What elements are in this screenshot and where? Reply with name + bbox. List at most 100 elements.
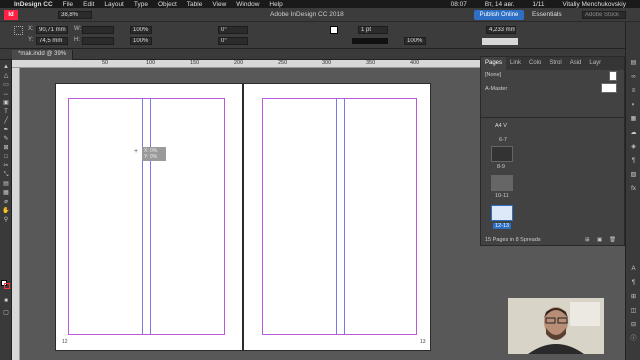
- page-right[interactable]: 13: [243, 83, 431, 351]
- direct-selection-tool-icon[interactable]: △: [2, 73, 10, 79]
- window-title: Adobe InDesign CC 2018: [270, 11, 344, 18]
- apply-color-icon[interactable]: ■: [2, 298, 10, 304]
- rectangle-frame-tool-icon[interactable]: ⊠: [2, 145, 10, 151]
- zoom-tool-icon[interactable]: ⚲: [2, 217, 10, 223]
- height-field[interactable]: [82, 37, 114, 45]
- layers-panel-icon[interactable]: ◈: [630, 144, 637, 151]
- selection-tool-icon[interactable]: ▲: [2, 64, 10, 70]
- y-position-field[interactable]: 74,5 mm: [36, 37, 68, 45]
- page-size-dropdown[interactable]: A4 V: [495, 123, 507, 129]
- user-name[interactable]: Vitaliy Menchukovskiy: [563, 1, 626, 8]
- new-page-icon[interactable]: ⊞: [585, 237, 590, 243]
- gap-tool-icon[interactable]: ↔: [2, 91, 10, 97]
- h-label: H:: [74, 37, 80, 43]
- eyedropper-tool-icon[interactable]: ⌀: [2, 199, 10, 205]
- type-tool-icon[interactable]: T: [2, 109, 10, 115]
- menu-help[interactable]: Help: [269, 1, 282, 8]
- line-tool-icon[interactable]: ╱: [2, 118, 10, 124]
- tab-color[interactable]: Colo: [525, 57, 545, 70]
- swatches-panel-icon[interactable]: ▦: [630, 116, 637, 123]
- menu-object[interactable]: Object: [158, 1, 177, 8]
- menu-edit[interactable]: Edit: [83, 1, 94, 8]
- none-master-thumb[interactable]: [609, 71, 617, 81]
- x-position-field[interactable]: 90,71 mm: [36, 26, 68, 34]
- pages-panel-icon[interactable]: ▤: [630, 60, 637, 67]
- info-panel-icon[interactable]: ⓘ: [630, 336, 637, 343]
- gradient-panel-icon[interactable]: ▧: [630, 172, 637, 179]
- indesign-logo-icon: Id: [4, 10, 18, 20]
- shear-angle-field[interactable]: 0°: [218, 37, 248, 45]
- ruler-tick: 150: [190, 60, 200, 66]
- margin-guide: [68, 98, 69, 334]
- scissors-tool-icon[interactable]: ✂: [2, 163, 10, 169]
- cc-libraries-icon[interactable]: ☁: [630, 130, 637, 137]
- menu-app[interactable]: InDesign CC: [14, 1, 53, 8]
- screen-mode-icon[interactable]: ▢: [2, 310, 10, 316]
- scale-y-field[interactable]: 100%: [130, 37, 152, 45]
- tab-stroke[interactable]: Strol: [545, 57, 565, 70]
- menu-layout[interactable]: Layout: [104, 1, 124, 8]
- note-tool-icon[interactable]: ▦: [2, 190, 10, 196]
- trash-icon[interactable]: 🗑: [609, 237, 616, 243]
- spread-thumb-8-9[interactable]: [491, 146, 513, 162]
- scale-x-field[interactable]: 100%: [130, 26, 152, 34]
- vertical-ruler[interactable]: [12, 68, 20, 360]
- workspace-switcher[interactable]: Essentials: [532, 11, 562, 18]
- page-left[interactable]: 12: [55, 83, 243, 351]
- tools-panel: ▲ △ ▭ ↔ ▣ T ╱ ✒ ✎ ⊠ □ ✂ ⤡ ▤ ▦ ⌀ ✋ ⚲ ■ ▢: [0, 60, 12, 360]
- none-master-label[interactable]: [None]: [485, 72, 501, 78]
- stroke-type-dropdown[interactable]: [352, 38, 388, 44]
- tab-assets[interactable]: Asid: [566, 57, 586, 70]
- webcam-overlay: [508, 298, 604, 354]
- a-master-label[interactable]: A-Master: [485, 86, 507, 92]
- menu-window[interactable]: Window: [236, 1, 259, 8]
- stroke-color-icon[interactable]: [4, 283, 10, 289]
- menu-table[interactable]: Table: [187, 1, 203, 8]
- opacity-field[interactable]: 100%: [404, 37, 426, 45]
- zoom-field[interactable]: 38,8%: [58, 11, 92, 19]
- character-styles-icon[interactable]: A: [630, 266, 637, 273]
- dimension-field[interactable]: 4,233 mm: [486, 26, 516, 34]
- spread-label: 10-11: [495, 193, 509, 199]
- panel-dock: ▤ ∞ ≡ ◐ ▦ ☁ ◈ ¶ ▧ fx A ¶ ⊞ ◫ ⊟ ⓘ: [625, 22, 640, 360]
- free-transform-tool-icon[interactable]: ⤡: [2, 172, 10, 178]
- color-panel-icon[interactable]: ◐: [630, 102, 637, 109]
- width-field[interactable]: [82, 26, 114, 34]
- gradient-tool-icon[interactable]: ▤: [2, 181, 10, 187]
- document-tab[interactable]: *mak.indd @ 39%: [12, 50, 74, 60]
- margin-guide: [262, 334, 417, 335]
- effects-panel-icon[interactable]: fx: [630, 186, 637, 193]
- new-spread-icon[interactable]: ▣: [597, 237, 602, 243]
- reference-point-icon[interactable]: [14, 26, 23, 35]
- links-panel-icon[interactable]: ∞: [630, 74, 637, 81]
- paragraph-styles-icon[interactable]: ¶: [630, 280, 637, 287]
- publish-online-button[interactable]: Publish Online: [474, 10, 524, 20]
- style-dropdown[interactable]: [482, 38, 518, 45]
- stroke-panel-icon[interactable]: ≡: [630, 88, 637, 95]
- spread-thumb-12-13[interactable]: [491, 205, 513, 221]
- pencil-tool-icon[interactable]: ✎: [2, 136, 10, 142]
- page-tool-icon[interactable]: ▭: [2, 82, 10, 88]
- pen-tool-icon[interactable]: ✒: [2, 127, 10, 133]
- tab-pages[interactable]: Pages: [481, 57, 507, 70]
- text-wrap-icon[interactable]: ¶: [630, 158, 637, 165]
- spread-thumb-10-11[interactable]: [491, 175, 513, 191]
- menu-file[interactable]: File: [63, 1, 73, 8]
- pathfinder-icon[interactable]: ◫: [630, 308, 637, 315]
- spread-label-selected[interactable]: 12-13: [493, 223, 512, 229]
- menu-view[interactable]: View: [212, 1, 226, 8]
- a-master-thumb[interactable]: [601, 83, 617, 93]
- stock-search-input[interactable]: Adobe Stock: [582, 11, 626, 19]
- tab-layers[interactable]: Layr: [585, 57, 605, 70]
- rectangle-tool-icon[interactable]: □: [2, 154, 10, 160]
- hand-tool-icon[interactable]: ✋: [2, 208, 10, 214]
- tab-links[interactable]: Link: [506, 57, 525, 70]
- panel-divider[interactable]: [481, 117, 624, 118]
- table-panel-icon[interactable]: ⊞: [630, 294, 637, 301]
- align-panel-icon[interactable]: ⊟: [630, 322, 637, 329]
- stroke-weight-field[interactable]: 1 pt: [358, 26, 388, 34]
- rotation-angle-field[interactable]: 0°: [218, 26, 248, 34]
- menu-type[interactable]: Type: [134, 1, 148, 8]
- fill-swatch-icon[interactable]: [330, 26, 338, 34]
- content-collector-icon[interactable]: ▣: [2, 100, 10, 106]
